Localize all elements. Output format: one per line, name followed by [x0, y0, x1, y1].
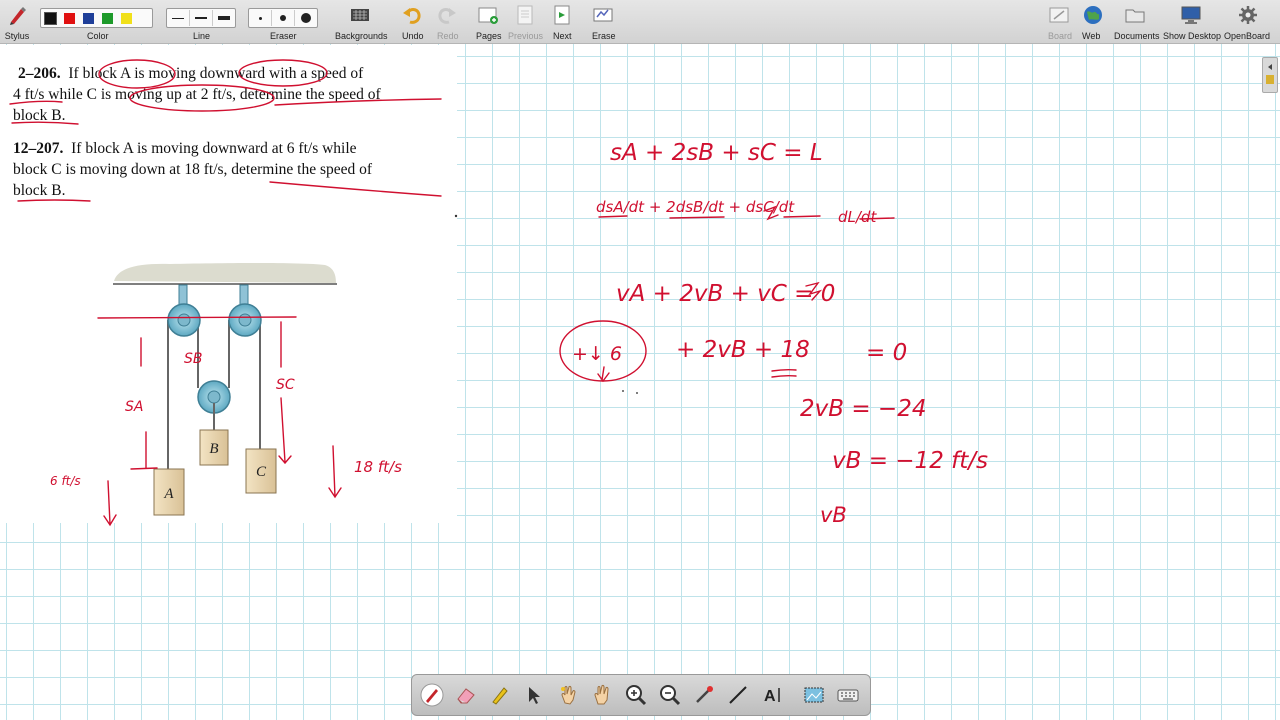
undo-icon [403, 8, 421, 24]
erase-page-icon [593, 8, 613, 22]
eraser-large-button[interactable] [295, 10, 317, 26]
block-a-label: A [163, 486, 174, 502]
next-page-button[interactable]: Next [550, 0, 574, 44]
block-c-label: C [256, 464, 267, 480]
color-tool: Color [40, 0, 153, 44]
eraser-size-tool: Eraser [248, 0, 318, 44]
previous-page-button[interactable]: Previous [508, 0, 543, 44]
backgrounds-button[interactable]: Backgrounds [335, 0, 388, 44]
drawing-tools-palette: A [411, 674, 871, 716]
text-tool-icon[interactable]: A [762, 683, 786, 707]
web-button[interactable]: Web [1080, 0, 1106, 44]
backgrounds-icon [351, 9, 369, 21]
redo-button[interactable]: Redo [435, 0, 459, 44]
stylus-icon [10, 7, 26, 25]
line-width-tool: Line [166, 0, 236, 44]
add-page-icon [478, 7, 498, 24]
main-toolbar: Stylus Color Line Eraser Backgrounds Und… [0, 0, 1280, 44]
highlighter-tool-icon[interactable] [488, 683, 512, 707]
capture-tool-icon[interactable] [802, 683, 826, 707]
zoom-out-icon[interactable] [658, 683, 682, 707]
line-thin-button[interactable] [167, 10, 190, 26]
laser-pointer-icon[interactable] [692, 683, 716, 707]
line-tool-icon[interactable] [726, 683, 750, 707]
previous-page-icon [517, 5, 533, 25]
eraser-small-button[interactable] [249, 10, 272, 26]
color-swatches [40, 8, 153, 28]
stylus-tool[interactable]: Stylus [4, 0, 30, 44]
undo-button[interactable]: Undo [400, 0, 424, 44]
line-medium-button[interactable] [190, 10, 213, 26]
line-width-options [166, 8, 236, 28]
color-swatch-red[interactable] [64, 12, 75, 24]
pulley-diagram: A B C [113, 263, 337, 516]
show-desktop-button[interactable]: Show Desktop [1163, 0, 1221, 44]
color-swatch-green[interactable] [102, 12, 113, 24]
folder-icon [1125, 9, 1145, 23]
selector-arrow-icon[interactable] [522, 683, 546, 707]
redo-icon [438, 8, 456, 24]
board-button[interactable]: Board [1046, 0, 1072, 44]
pages-button[interactable]: Pages [474, 0, 502, 44]
globe-icon [1084, 6, 1102, 24]
documents-button[interactable]: Documents [1114, 0, 1160, 44]
zoom-in-icon[interactable] [624, 683, 648, 707]
expand-right-icon [1266, 64, 1274, 84]
board-icon [1049, 7, 1069, 23]
color-swatch-yellow[interactable] [121, 12, 132, 24]
svg-text:A: A [764, 688, 776, 705]
interact-hand-icon[interactable] [556, 683, 580, 707]
color-swatch-blue[interactable] [83, 12, 94, 24]
openboard-menu-button[interactable]: OpenBoard [1224, 0, 1272, 44]
next-page-icon [554, 5, 570, 25]
gear-icon [1239, 6, 1257, 24]
pen-tool-icon[interactable] [420, 683, 444, 707]
eraser-size-options [248, 8, 318, 28]
block-b-label: B [209, 441, 218, 457]
ceiling-support [114, 263, 336, 283]
keyboard-icon[interactable] [836, 683, 860, 707]
right-library-panel-toggle[interactable] [1262, 57, 1278, 93]
eraser-tool-icon[interactable] [454, 683, 478, 707]
line-thick-button[interactable] [213, 10, 235, 26]
textbook-problem-image[interactable]: 2–206. If block A is moving downward wit… [0, 45, 457, 523]
pan-hand-icon[interactable] [590, 683, 614, 707]
eraser-medium-button[interactable] [272, 10, 295, 26]
color-swatch-black[interactable] [44, 11, 57, 25]
monitor-icon [1181, 6, 1201, 24]
erase-page-button[interactable]: Erase [590, 0, 616, 44]
